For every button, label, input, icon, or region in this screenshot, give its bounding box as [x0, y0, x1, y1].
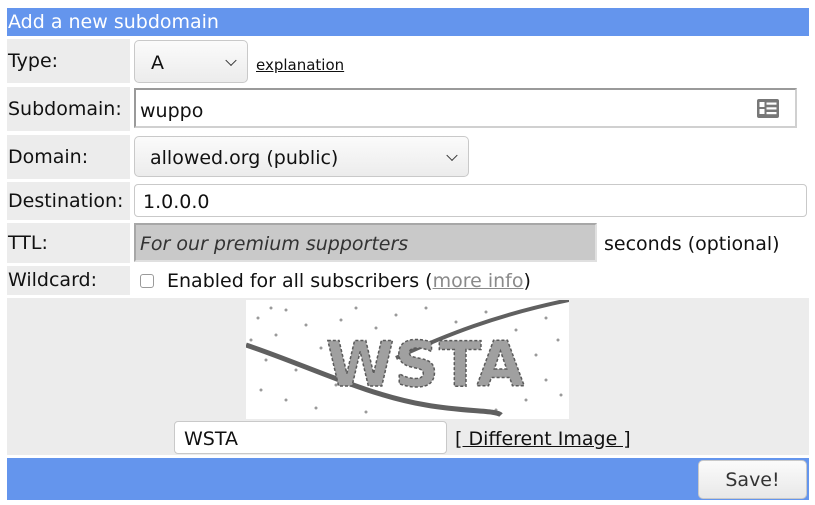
captcha-image: WSTA: [246, 300, 569, 419]
type-select[interactable]: A: [134, 40, 248, 83]
wildcard-checkbox[interactable]: [140, 274, 154, 288]
more-info-link[interactable]: more info: [433, 270, 524, 292]
domain-select-value: allowed.org (public): [150, 147, 339, 169]
domain-select[interactable]: allowed.org (public): [134, 136, 469, 177]
captcha-input[interactable]: WSTA: [174, 421, 447, 454]
wildcard-text-before: Enabled for all subscribers (: [167, 270, 433, 292]
wildcard-text-after: ): [523, 270, 531, 292]
save-button[interactable]: Save!: [698, 460, 807, 499]
contact-card-icon[interactable]: [756, 98, 780, 124]
captcha-image-text: WSTA: [326, 328, 525, 401]
destination-input-value: 1.0.0.0: [143, 191, 210, 213]
type-select-value: A: [151, 52, 164, 74]
form-title: Add a new subdomain: [7, 8, 809, 36]
destination-label: Destination:: [7, 182, 130, 220]
chevron-down-icon: [225, 54, 237, 66]
subdomain-input-value: wuppo: [140, 100, 204, 122]
destination-input[interactable]: 1.0.0.0: [134, 184, 807, 217]
form-footer: [7, 458, 809, 500]
captcha-input-value: WSTA: [184, 428, 238, 450]
ttl-label: TTL:: [7, 223, 130, 263]
domain-label: Domain:: [7, 135, 130, 179]
wildcard-label: Wildcard:: [7, 266, 130, 295]
chevron-down-icon: [446, 149, 458, 161]
subdomain-label: Subdomain:: [7, 87, 130, 131]
ttl-input[interactable]: For our premium supporters: [134, 223, 597, 262]
different-image-link[interactable]: [ Different Image ]: [455, 428, 631, 450]
explanation-link[interactable]: explanation: [256, 56, 344, 74]
type-label: Type:: [7, 39, 130, 83]
ttl-placeholder: For our premium supporters: [140, 233, 409, 255]
ttl-suffix: seconds (optional): [604, 233, 780, 255]
subdomain-input[interactable]: wuppo: [134, 88, 797, 128]
wildcard-text: Enabled for all subscribers (more info): [167, 270, 531, 292]
